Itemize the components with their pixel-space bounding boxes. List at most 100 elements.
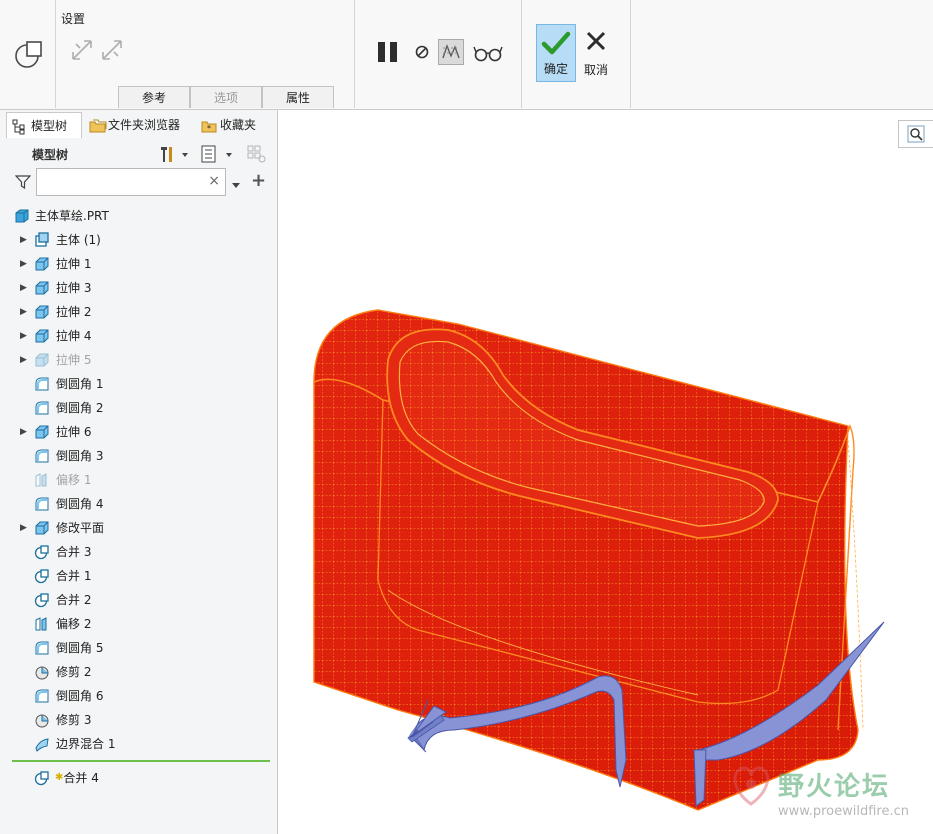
tab-favorites[interactable]: * 收藏夹 (196, 112, 268, 138)
tree-item-label: 拉伸 2 (56, 305, 92, 319)
watermark-title: 野火论坛 (778, 772, 891, 802)
extrude-icon (34, 304, 50, 320)
expand-arrow-icon[interactable]: ▶ (20, 516, 27, 540)
column-options-button (246, 144, 268, 167)
tree-item-label: 拉伸 5 (56, 353, 92, 367)
pause-button[interactable] (376, 40, 400, 67)
filter-dropdown-icon[interactable] (231, 178, 241, 192)
glasses-icon (473, 46, 503, 62)
tree-item[interactable]: 合并 3 (0, 540, 276, 564)
tree-item[interactable]: 修剪 2 (0, 660, 276, 684)
filter-icon (14, 174, 32, 193)
flip-direction-1-button[interactable] (70, 38, 94, 65)
show-options-button[interactable] (200, 144, 236, 167)
trim-icon (34, 664, 50, 680)
expand-arrow-icon[interactable]: ▶ (20, 348, 27, 372)
columns-disabled-icon (247, 145, 266, 163)
tree-item[interactable]: 倒圆角 5 (0, 636, 276, 660)
watermark-logo-icon (726, 760, 776, 813)
expand-arrow-icon[interactable]: ▶ (20, 420, 27, 444)
tree-item[interactable]: 倒圆角 4 (0, 492, 276, 516)
offset-icon (34, 472, 50, 488)
no-preview-button[interactable] (414, 44, 430, 63)
tab-model-tree-label: 模型树 (31, 119, 68, 133)
flip-arrows-icon (72, 40, 92, 60)
merge-icon (34, 592, 50, 608)
preview-glasses-button[interactable] (473, 44, 503, 65)
tab-model-tree[interactable]: 模型树 (6, 112, 82, 138)
tree-item[interactable]: ▶ 拉伸 1 (0, 252, 276, 276)
checkmark-icon (541, 31, 571, 55)
flip-arrows-icon (102, 40, 122, 60)
tree-item-label: 倒圆角 4 (56, 497, 104, 511)
tree-item[interactable]: 偏移 2 (0, 612, 276, 636)
tree-item-label: 拉伸 4 (56, 329, 92, 343)
round-icon (34, 688, 50, 704)
tab-folder-browser[interactable]: 文件夹浏览器 (84, 112, 194, 138)
tree-item-active-label: 合并 4 (63, 771, 99, 785)
add-filter-button[interactable]: + (251, 170, 266, 191)
model-canvas (313, 309, 885, 811)
extrude-icon (34, 424, 50, 440)
model-tree-icon (12, 118, 26, 144)
tree-item-label: 修改平面 (56, 521, 105, 535)
pause-icon (378, 42, 397, 62)
tree-item[interactable]: 倒圆角 1 (0, 372, 276, 396)
tree-item[interactable]: 倒圆角 6 (0, 684, 276, 708)
tree-item[interactable]: ▶ 拉伸 6 (0, 420, 276, 444)
tree-item-label: 拉伸 1 (56, 257, 92, 271)
tree-item[interactable]: ▶ 拉伸 3 (0, 276, 276, 300)
tree-item-label: 修剪 2 (56, 665, 92, 679)
tree-item[interactable]: 边界混合 1 (0, 732, 276, 756)
round-icon (34, 640, 50, 656)
tree-item[interactable]: ▶ 拉伸 4 (0, 324, 276, 348)
subtab-properties[interactable]: 属性 (262, 86, 334, 108)
expand-arrow-icon[interactable]: ▶ (20, 252, 27, 276)
tree-item[interactable]: 倒圆角 2 (0, 396, 276, 420)
tree-item-active[interactable]: ✱合并 4 (0, 766, 276, 790)
favorites-icon: * (201, 117, 217, 143)
flip-direction-2-button[interactable] (100, 38, 124, 65)
round-icon (34, 496, 50, 512)
tree-item-label: 合并 1 (56, 569, 92, 583)
merge-icon (34, 568, 50, 584)
settings-label: 设置 (61, 12, 86, 26)
tree-settings-button[interactable] (158, 144, 192, 167)
tree-item-label: 拉伸 6 (56, 425, 92, 439)
tab-folder-browser-label: 文件夹浏览器 (108, 118, 181, 132)
expand-arrow-icon[interactable]: ▶ (20, 300, 27, 324)
tree-item[interactable]: 合并 1 (0, 564, 276, 588)
tree-root-label: 主体草绘.PRT (35, 209, 109, 223)
expand-arrow-icon[interactable]: ▶ (20, 228, 27, 252)
tree-item-label: 倒圆角 6 (56, 689, 104, 703)
tree-item[interactable]: ▶ 主体 (1) (0, 228, 276, 252)
tree-item[interactable]: ▶ 修改平面 (0, 516, 276, 540)
verify-mode-button[interactable] (438, 39, 464, 65)
tree-item[interactable]: 修剪 3 (0, 708, 276, 732)
merge-icon (34, 544, 50, 560)
tools-icon (161, 147, 188, 162)
ribbon: 设置 参考 选项 属性 确定 取消 (0, 0, 933, 110)
graphics-viewport[interactable]: 野火论坛 www.proewildfire.cn (278, 110, 933, 834)
tree-item[interactable]: 倒圆角 3 (0, 444, 276, 468)
subtab-references[interactable]: 参考 (118, 86, 190, 108)
clear-filter-icon[interactable]: × (208, 173, 220, 189)
extrude-icon (34, 520, 50, 536)
list-options-icon (201, 145, 232, 163)
expand-arrow-icon[interactable]: ▶ (20, 324, 27, 348)
ok-button[interactable]: 确定 (536, 24, 576, 82)
tree-root[interactable]: 主体草绘.PRT (0, 204, 276, 228)
tree-item[interactable]: ▶ 拉伸 2 (0, 300, 276, 324)
tree-item[interactable]: ▶ 拉伸 5 (0, 348, 276, 372)
offset-icon (34, 616, 50, 632)
filter-input[interactable]: × (36, 168, 226, 196)
expand-arrow-icon[interactable]: ▶ (20, 276, 27, 300)
extrude-icon (34, 352, 50, 368)
watermark-url: www.proewildfire.cn (778, 804, 909, 819)
tree-item-label: 主体 (1) (56, 233, 101, 247)
insert-here-line[interactable] (12, 760, 270, 762)
tree-item[interactable]: 偏移 1 (0, 468, 276, 492)
tree-item[interactable]: 合并 2 (0, 588, 276, 612)
merge-feature-icon (12, 36, 46, 73)
cancel-button[interactable]: 取消 (578, 30, 614, 82)
